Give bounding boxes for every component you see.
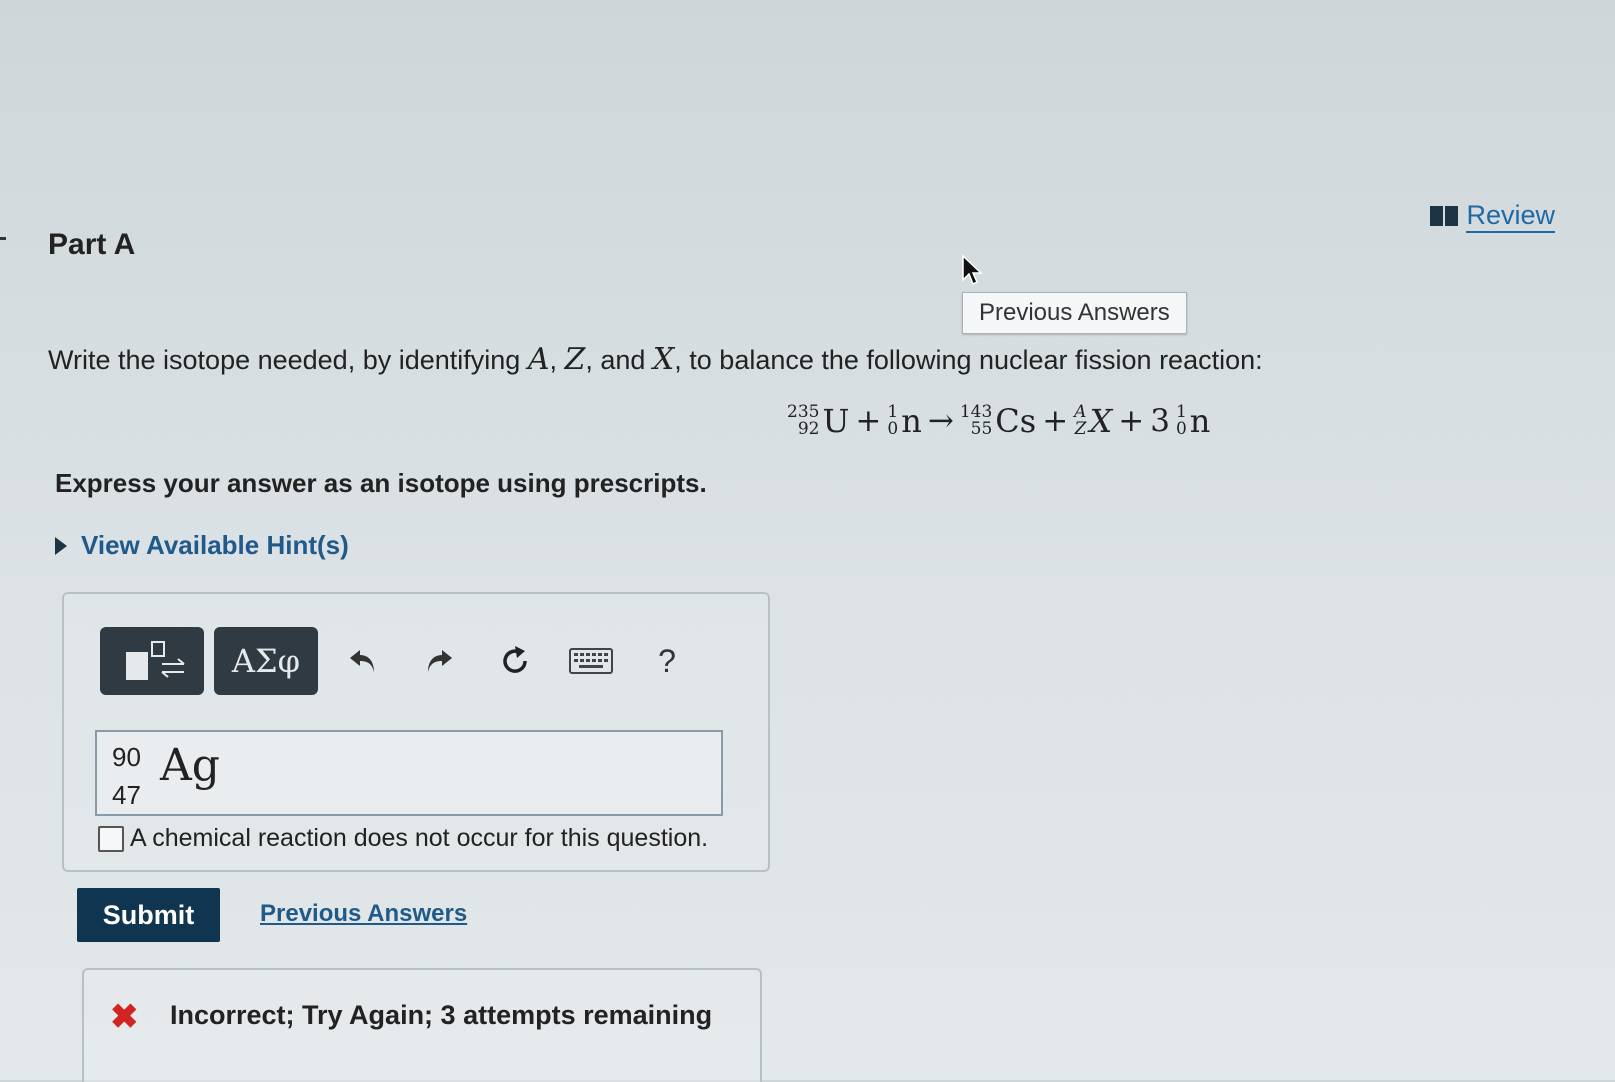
coefficient: 3 bbox=[1150, 403, 1170, 439]
plus-sign: + bbox=[855, 403, 882, 439]
help-button[interactable]: ? bbox=[632, 631, 702, 691]
keyboard-button[interactable] bbox=[556, 631, 626, 691]
review-underline bbox=[1466, 231, 1555, 233]
redo-button[interactable] bbox=[404, 631, 474, 691]
redo-icon bbox=[428, 650, 452, 672]
hint-label: View Available Hint(s) bbox=[81, 530, 349, 560]
question-sep2: , and bbox=[585, 345, 653, 375]
part-title: Part A bbox=[48, 228, 136, 261]
reset-button[interactable] bbox=[480, 631, 550, 691]
submit-button[interactable]: Submit bbox=[77, 888, 220, 942]
answer-prescripts: 90 47 bbox=[112, 738, 141, 814]
element-symbol: n bbox=[901, 402, 922, 440]
keyboard-icon bbox=[569, 648, 613, 674]
atomic-number: 0 bbox=[1175, 419, 1187, 439]
view-hints-toggle[interactable]: View Available Hint(s) bbox=[55, 530, 349, 561]
question-prefix: Write the isotope needed, by identifying bbox=[48, 345, 528, 375]
atomic-number: 55 bbox=[970, 419, 993, 439]
isotope-unknown: AZ X bbox=[1074, 402, 1112, 440]
answer-mass-number: 90 bbox=[112, 742, 141, 772]
element-symbol: X bbox=[1089, 402, 1113, 440]
variable-z: Z bbox=[564, 342, 586, 377]
isotope-uranium: 235 92 U bbox=[787, 402, 849, 440]
reaction-arrow: → bbox=[927, 403, 954, 439]
previous-answers-tooltip: Previous Answers bbox=[962, 292, 1187, 334]
answer-atomic-number: 47 bbox=[112, 780, 141, 810]
greek-symbols-button[interactable]: ΑΣφ bbox=[214, 627, 318, 695]
expand-triangle-icon bbox=[55, 536, 67, 555]
atomic-number: 0 bbox=[887, 419, 899, 439]
no-reaction-option[interactable]: A chemical reaction does not occur for t… bbox=[98, 824, 708, 853]
fission-equation: 235 92 U + 10 n → 143 55 Cs + AZ X + 3 10 … bbox=[787, 402, 1210, 440]
incorrect-x-icon: ✖ bbox=[110, 998, 139, 1036]
feedback-message: Incorrect; Try Again; 3 attempts remaini… bbox=[170, 1000, 713, 1030]
mouse-cursor-icon bbox=[962, 254, 983, 286]
element-symbol: Cs bbox=[995, 402, 1037, 440]
no-reaction-label: A chemical reaction does not occur for t… bbox=[130, 824, 709, 852]
variable-a: A bbox=[527, 342, 550, 377]
atomic-number: Z bbox=[1074, 419, 1087, 439]
review-link[interactable]: Review bbox=[1430, 200, 1555, 233]
no-reaction-checkbox[interactable] bbox=[98, 825, 124, 852]
atomic-number: 92 bbox=[797, 419, 820, 439]
review-label: Review bbox=[1466, 200, 1555, 230]
question-text: Write the isotope needed, by identifying… bbox=[48, 342, 1263, 377]
isotope-cesium: 143 55 Cs bbox=[960, 402, 1036, 440]
template-icon bbox=[126, 641, 185, 680]
plus-sign: + bbox=[1042, 403, 1069, 439]
element-symbol: n bbox=[1189, 402, 1211, 440]
isotope-neutron: 10 n bbox=[1176, 402, 1210, 440]
template-button[interactable] bbox=[100, 627, 204, 695]
answer-element-symbol: Ag bbox=[160, 740, 220, 791]
math-toolbar: ΑΣφ ? bbox=[100, 626, 728, 696]
undo-icon bbox=[350, 650, 374, 672]
plus-sign: + bbox=[1118, 403, 1145, 439]
book-icon bbox=[1430, 205, 1459, 226]
variable-x: X bbox=[652, 342, 675, 377]
undo-button[interactable] bbox=[328, 631, 398, 691]
answer-instruction: Express your answer as an isotope using … bbox=[55, 468, 707, 498]
isotope-neutron: 10 n bbox=[887, 402, 921, 440]
section-marker bbox=[0, 237, 6, 240]
previous-answers-link[interactable]: Previous Answers bbox=[260, 900, 467, 928]
question-suffix: , to balance the following nuclear fissi… bbox=[674, 345, 1263, 375]
reset-icon bbox=[503, 646, 527, 673]
question-sep1: , bbox=[549, 345, 565, 375]
element-symbol: U bbox=[822, 402, 850, 440]
